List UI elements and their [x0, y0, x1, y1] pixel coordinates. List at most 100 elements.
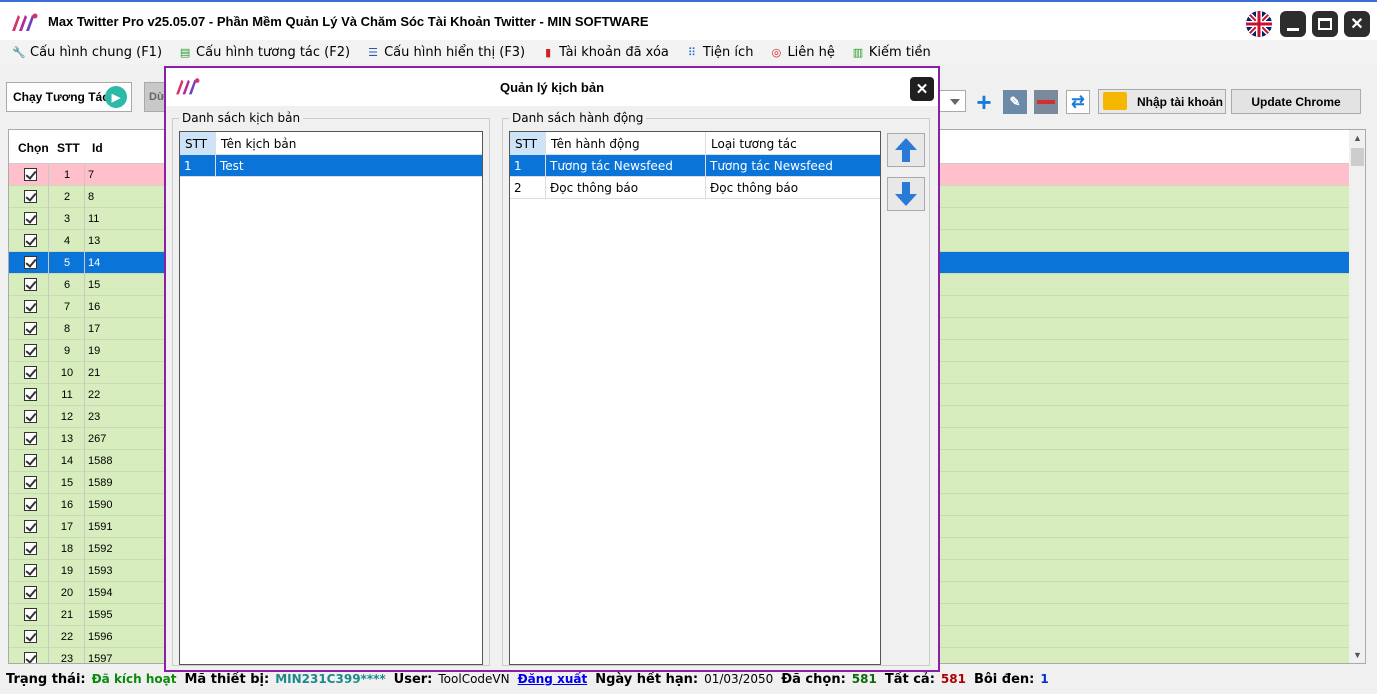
menu-utilities[interactable]: ⠿ Tiện ích	[685, 45, 754, 60]
row-checkbox[interactable]	[24, 498, 37, 511]
col-header-stt[interactable]: STT	[180, 132, 216, 155]
minimize-button[interactable]	[1280, 11, 1306, 37]
row-checkbox[interactable]	[24, 388, 37, 401]
col-header-interaction-type[interactable]: Loại tương tác	[706, 132, 880, 155]
run-label: Chạy Tương Tác	[13, 90, 109, 104]
import-accounts-button[interactable]: Nhập tài khoản	[1098, 89, 1226, 114]
dialog-close-button[interactable]: ✕	[910, 77, 934, 101]
money-icon: ▥	[852, 45, 864, 59]
menu-label: Kiếm tiền	[868, 44, 931, 60]
row-stt: 18	[60, 543, 74, 555]
update-label: Update Chrome	[1251, 94, 1341, 109]
maximize-button[interactable]	[1312, 11, 1338, 37]
menu-contact[interactable]: ◎ Liên hệ	[769, 45, 835, 60]
row-id: 23	[88, 411, 101, 423]
dialog-body: Danh sách kịch bản STT Tên kịch bản 1 Tes…	[166, 106, 938, 670]
refresh-icon[interactable]: ⇄	[1066, 90, 1090, 114]
row-checkbox[interactable]	[24, 366, 37, 379]
row-checkbox[interactable]	[24, 212, 37, 225]
menu-general-config[interactable]: 🔧 Cấu hình chung (F1)	[12, 45, 162, 60]
row-checkbox[interactable]	[24, 168, 37, 181]
logout-link[interactable]: Đăng xuất	[518, 672, 588, 686]
row-stt: 13	[60, 433, 74, 445]
run-interaction-button[interactable]: Chạy Tương Tác ▶	[6, 82, 132, 112]
row-checkbox[interactable]	[24, 322, 37, 335]
stop-button[interactable]: Dừ	[144, 82, 166, 112]
row-checkbox[interactable]	[24, 278, 37, 291]
list-item[interactable]: 1 Tương tác Newsfeed Tương tác Newsfeed	[510, 155, 880, 177]
actions-list[interactable]: STT Tên hành động Loại tương tác 1 Tương …	[509, 131, 881, 665]
list-item[interactable]: 2 Đọc thông báo Đọc thông báo	[510, 177, 880, 199]
stop-label: Dừ	[149, 91, 165, 103]
user-label: User:	[393, 671, 433, 687]
close-icon: ✕	[915, 81, 929, 98]
scroll-down-icon[interactable]: ▼	[1353, 650, 1362, 660]
total-count-value: 581	[940, 672, 966, 686]
row-stt: 21	[60, 609, 74, 621]
col-header-stt[interactable]: STT	[510, 132, 546, 155]
row-checkbox[interactable]	[24, 344, 37, 357]
menu-deleted-accounts[interactable]: ▮ Tài khoản đã xóa	[541, 45, 669, 60]
row-checkbox[interactable]	[24, 630, 37, 643]
column-divider	[84, 582, 85, 604]
scripts-list[interactable]: STT Tên kịch bản 1 Test	[179, 131, 483, 665]
action-type: Đọc thông báo	[710, 181, 799, 195]
folder-icon	[1103, 92, 1127, 110]
row-checkbox[interactable]	[24, 564, 37, 577]
grid-scrollbar[interactable]: ▲ ▼	[1349, 130, 1365, 663]
arrow-down-icon	[895, 182, 917, 206]
highlighted-count-label: Bôi đen:	[973, 671, 1035, 687]
script-stt: 1	[180, 155, 216, 177]
remove-icon[interactable]	[1034, 90, 1058, 114]
menu-display-config[interactable]: ☰ Cấu hình hiển thị (F3)	[366, 45, 525, 60]
col-header-script-name[interactable]: Tên kịch bản	[216, 132, 482, 155]
edit-icon[interactable]: ✎	[1003, 90, 1027, 114]
add-icon[interactable]: +	[972, 87, 996, 117]
row-checkbox[interactable]	[24, 608, 37, 621]
row-checkbox[interactable]	[24, 300, 37, 313]
row-id: 17	[88, 323, 101, 335]
col-header-id[interactable]: Id	[92, 141, 103, 155]
filter-dropdown[interactable]	[938, 90, 966, 112]
maximize-icon	[1318, 18, 1332, 30]
menu-earn-money[interactable]: ▥ Kiếm tiền	[851, 45, 931, 60]
column-divider	[84, 538, 85, 560]
row-checkbox[interactable]	[24, 234, 37, 247]
menu-interaction-config[interactable]: ▤ Cấu hình tương tác (F2)	[178, 45, 350, 60]
close-button[interactable]: ✕	[1344, 11, 1370, 37]
column-divider	[84, 186, 85, 208]
row-checkbox[interactable]	[24, 476, 37, 489]
column-divider	[84, 516, 85, 538]
update-chrome-button[interactable]: Update Chrome	[1231, 89, 1361, 114]
row-stt: 9	[63, 345, 71, 357]
uk-flag-icon[interactable]	[1246, 11, 1272, 37]
move-up-button[interactable]	[887, 133, 925, 167]
row-checkbox[interactable]	[24, 520, 37, 533]
action-stt: 1	[510, 155, 546, 177]
menu-label: Tài khoản đã xóa	[559, 44, 669, 60]
row-checkbox[interactable]	[24, 454, 37, 467]
column-divider	[84, 626, 85, 648]
column-divider	[84, 296, 85, 318]
scroll-thumb[interactable]	[1351, 148, 1364, 166]
move-down-button[interactable]	[887, 177, 925, 211]
row-stt: 11	[61, 389, 73, 401]
col-header-action-name[interactable]: Tên hành động	[546, 132, 706, 155]
column-divider	[84, 472, 85, 494]
scroll-up-icon[interactable]: ▲	[1353, 133, 1362, 143]
column-divider	[84, 274, 85, 296]
row-checkbox[interactable]	[24, 190, 37, 203]
row-checkbox[interactable]	[24, 410, 37, 423]
row-stt: 20	[60, 587, 74, 599]
col-header-chon[interactable]: Chọn	[18, 141, 49, 155]
row-checkbox[interactable]	[24, 432, 37, 445]
row-stt: 6	[63, 279, 71, 291]
col-header-stt[interactable]: STT	[57, 141, 80, 155]
row-checkbox[interactable]	[24, 652, 37, 663]
row-checkbox[interactable]	[24, 542, 37, 555]
row-id: 1597	[88, 653, 113, 664]
script-name: Test	[220, 159, 244, 173]
list-item[interactable]: 1 Test	[180, 155, 482, 177]
row-checkbox[interactable]	[24, 256, 37, 269]
row-checkbox[interactable]	[24, 586, 37, 599]
